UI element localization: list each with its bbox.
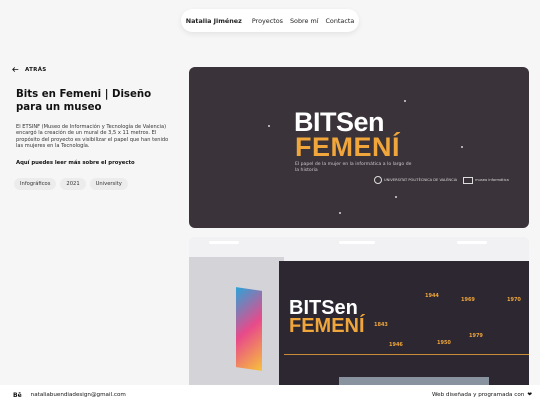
- arrow-left-icon: [12, 67, 19, 72]
- museum-mark-icon: [463, 176, 474, 184]
- back-link[interactable]: ATRÁS: [12, 66, 47, 73]
- hero-subtitle: El papel de la mujer en la informática a…: [295, 162, 412, 173]
- nav-item-contacta[interactable]: Contacta: [325, 17, 354, 25]
- ceiling-light: [209, 241, 239, 244]
- timeline-year: 1843: [374, 322, 388, 328]
- star-dot: [461, 146, 463, 148]
- timeline-year: 1969: [461, 297, 475, 303]
- timeline-year: 1979: [469, 333, 483, 339]
- museum-logo: museo informática: [463, 176, 509, 184]
- timeline-line: [284, 354, 529, 355]
- read-more-link[interactable]: Aquí puedes leer más sobre el proyecto: [16, 160, 135, 166]
- tag-list: Infográficos 2021 University: [14, 178, 128, 190]
- hero-title-line2: FEMENÍ: [295, 132, 401, 162]
- mural-photo: BITSen FEMENÍ 1944 1969 1970 1843 1946 1…: [189, 237, 529, 405]
- star-dot: [339, 212, 341, 214]
- behance-icon[interactable]: Bē: [13, 392, 22, 399]
- top-nav: Natalia Jiménez Proyectos Sobre mí Conta…: [181, 9, 359, 32]
- university-logo: UNIVERSITAT POLITÈCNICA DE VALÈNCIA: [374, 176, 457, 184]
- timeline-year: 1944: [425, 293, 439, 299]
- heart-icon: ❤: [527, 392, 532, 398]
- footer-email[interactable]: nataliabuendiadesign@gmail.com: [31, 392, 126, 398]
- footer-credit: Web diseñada y programada con ❤: [432, 392, 532, 398]
- project-description: El ETSINF (Museo de Información y Tecnol…: [16, 124, 169, 150]
- ceiling-light: [339, 241, 375, 244]
- university-logo-text: UNIVERSITAT POLITÈCNICA DE VALÈNCIA: [384, 178, 458, 182]
- wall-artwork: [236, 287, 262, 371]
- hero-image: BITSen FEMENÍ El papel de la mujer en la…: [189, 67, 529, 228]
- timeline-year: 1970: [507, 297, 521, 303]
- back-label: ATRÁS: [25, 66, 47, 73]
- nav-item-sobre-mi[interactable]: Sobre mí: [290, 17, 318, 25]
- brand-name[interactable]: Natalia Jiménez: [186, 17, 242, 25]
- footer: Bē nataliabuendiadesign@gmail.com Web di…: [0, 385, 540, 405]
- tag: 2021: [60, 178, 86, 190]
- star-dot: [395, 196, 397, 198]
- hero-logos: UNIVERSITAT POLITÈCNICA DE VALÈNCIA muse…: [374, 176, 509, 184]
- timeline-year: 1946: [389, 342, 403, 348]
- tag: Infográficos: [14, 178, 57, 190]
- timeline-year: 1950: [437, 340, 451, 346]
- ceiling-light: [457, 241, 487, 244]
- star-dot: [404, 100, 406, 102]
- star-dot: [268, 125, 270, 127]
- footer-credit-text: Web diseñada y programada con: [431, 392, 525, 398]
- museum-logo-text: museo informática: [475, 178, 509, 182]
- project-title: Bits en Femeni | Diseño para un museo: [16, 89, 152, 113]
- mural-title-line2: FEMENÍ: [289, 315, 365, 337]
- university-seal-icon: [374, 176, 382, 184]
- nav-item-proyectos[interactable]: Proyectos: [252, 17, 283, 25]
- tag: University: [89, 178, 128, 190]
- footer-left: Bē nataliabuendiadesign@gmail.com: [13, 392, 126, 399]
